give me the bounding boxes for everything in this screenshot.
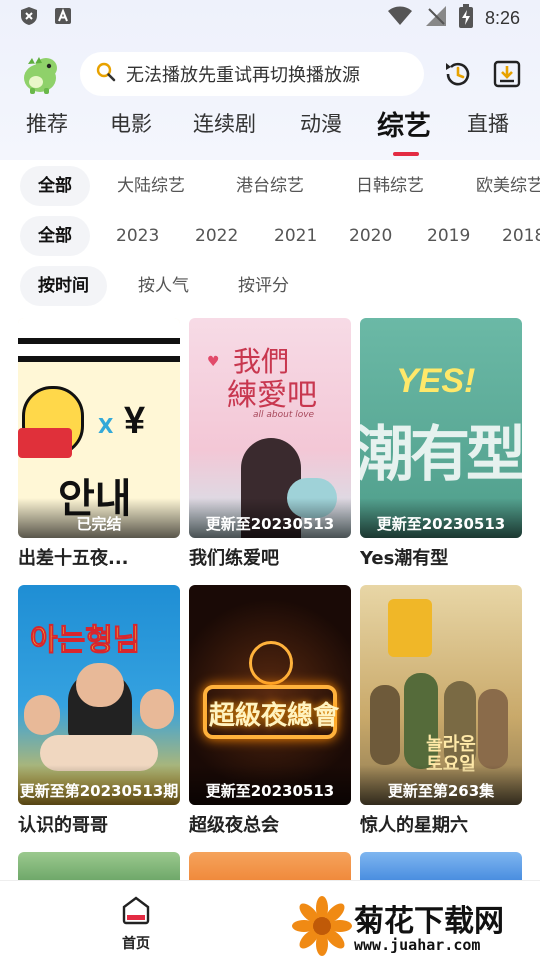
poster-image[interactable] — [189, 852, 351, 880]
filter-region-all[interactable]: 全部 — [20, 166, 90, 206]
video-title: 我们练爱吧 — [189, 548, 279, 569]
poster-image[interactable]: 아는형님 更新至第20230513期 — [18, 585, 180, 805]
poster-image[interactable] — [18, 852, 180, 880]
tab-variety[interactable]: 综艺 — [377, 104, 431, 143]
download-icon[interactable] — [493, 60, 521, 88]
poster-image[interactable] — [360, 852, 522, 880]
history-icon[interactable] — [442, 58, 474, 90]
poster-image[interactable]: 我們 練愛吧 all about love ♥ 更新至20230513 — [189, 318, 351, 538]
filter-region-jp-kr[interactable]: 日韩综艺 — [356, 166, 424, 206]
poster-image[interactable]: X ¥ 안내 已完结 — [18, 318, 180, 538]
sort-by-time[interactable]: 按时间 — [20, 266, 107, 306]
poster-image[interactable]: 超級夜總會 更新至20230513 — [189, 585, 351, 805]
video-card[interactable]: X ¥ 안내 已完结 出差十五夜... — [18, 318, 180, 570]
video-card[interactable]: 我們 練愛吧 all about love ♥ 更新至20230513 我们练爱… — [189, 318, 351, 570]
app-header: 无法播放先重试再切换播放源 — [0, 48, 540, 100]
clock-time: 8:26 — [484, 7, 520, 28]
home-icon — [121, 896, 151, 929]
tab-movies[interactable]: 电影 — [110, 108, 152, 138]
video-card[interactable]: 超級夜總會 更新至20230513 超级夜总会 — [189, 585, 351, 837]
category-tabs: 推荐 电影 连续剧 动漫 综艺 直播 — [0, 108, 540, 158]
sort-by-popularity[interactable]: 按人气 — [138, 266, 189, 306]
filter-year-2020[interactable]: 2020 — [349, 216, 392, 256]
video-card[interactable]: YES! 潮有型 更新至20230513 Yes潮有型 — [360, 318, 522, 570]
filter-sort: 按时间 按人气 按评分 — [0, 266, 540, 306]
sort-by-rating[interactable]: 按评分 — [238, 266, 289, 306]
wifi-icon — [387, 6, 413, 30]
nav-home-label: 首页 — [122, 936, 150, 952]
flower-logo-icon — [292, 896, 352, 960]
filter-region-hk-tw[interactable]: 港台综艺 — [236, 166, 304, 206]
search-placeholder: 无法播放先重试再切换播放源 — [126, 65, 360, 86]
video-title: 超级夜总会 — [189, 815, 279, 836]
filter-year-2018[interactable]: 2018 — [502, 216, 540, 256]
nav-home[interactable]: 首页 — [108, 895, 164, 955]
no-signal-icon — [425, 5, 447, 31]
tab-anime[interactable]: 动漫 — [300, 108, 342, 138]
watermark-url: www.juahar.com — [354, 936, 481, 954]
filter-year: 全部 2023 2022 2021 2020 2019 2018 — [0, 216, 540, 256]
video-card[interactable]: 놀라운 토요일 更新至第263集 惊人的星期六 — [360, 585, 522, 837]
poster-image[interactable]: YES! 潮有型 更新至20230513 — [360, 318, 522, 538]
tab-recommend[interactable]: 推荐 — [26, 108, 68, 138]
episode-status: 更新至第20230513期 — [18, 765, 180, 805]
video-title: 认识的哥哥 — [18, 815, 108, 836]
filter-year-2019[interactable]: 2019 — [427, 216, 470, 256]
site-watermark: 菊花下载网 www.juahar.com — [292, 892, 540, 960]
search-bar[interactable]: 无法播放先重试再切换播放源 — [80, 52, 424, 96]
video-card[interactable]: 아는형님 更新至第20230513期 认识的哥哥 — [18, 585, 180, 837]
tab-live[interactable]: 直播 — [467, 108, 509, 138]
poster-image[interactable]: 놀라운 토요일 更新至第263集 — [360, 585, 522, 805]
filter-year-2022[interactable]: 2022 — [195, 216, 238, 256]
filter-year-2021[interactable]: 2021 — [274, 216, 317, 256]
video-title: 惊人的星期六 — [360, 815, 468, 836]
active-tab-indicator — [393, 152, 419, 156]
episode-status: 更新至20230513 — [189, 765, 351, 805]
watermark-title: 菊花下载网 — [354, 904, 504, 939]
filter-region-western[interactable]: 欧美综艺 — [476, 166, 540, 206]
video-title: Yes潮有型 — [360, 548, 449, 569]
filter-region: 全部 大陆综艺 港台综艺 日韩综艺 欧美综艺 — [0, 166, 540, 206]
episode-status: 已完结 — [18, 498, 180, 538]
filter-year-2023[interactable]: 2023 — [116, 216, 159, 256]
tab-series[interactable]: 连续剧 — [193, 108, 256, 138]
video-title: 出差十五夜... — [18, 548, 129, 569]
episode-status: 更新至20230513 — [189, 498, 351, 538]
episode-status: 更新至20230513 — [360, 498, 522, 538]
a-badge-icon — [54, 7, 72, 29]
status-bar: 8:26 — [0, 0, 540, 36]
dinosaur-logo-icon[interactable] — [16, 52, 62, 96]
episode-status: 更新至第263集 — [360, 765, 522, 805]
battery-charging-icon — [458, 4, 473, 32]
search-icon — [96, 62, 116, 86]
filter-region-mainland[interactable]: 大陆综艺 — [117, 166, 185, 206]
filter-year-all[interactable]: 全部 — [20, 216, 90, 256]
shield-icon — [20, 6, 38, 30]
